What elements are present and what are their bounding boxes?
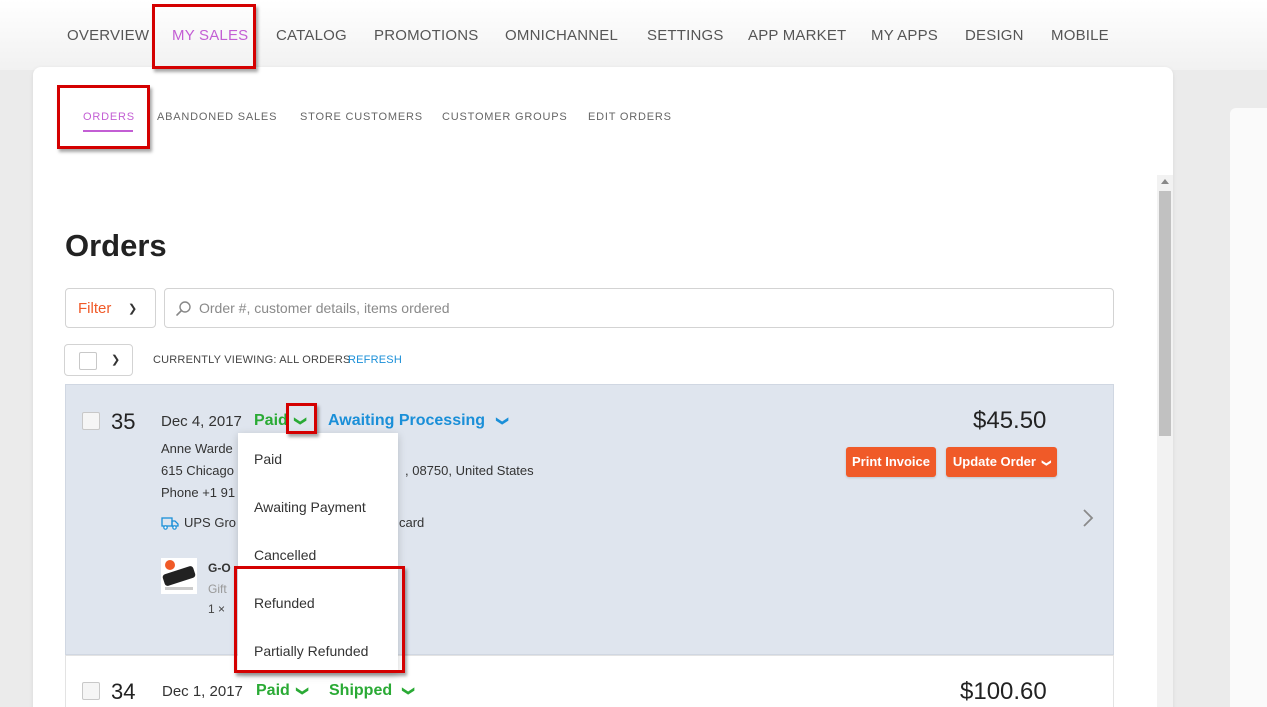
payment-status[interactable]: Paid (254, 412, 288, 430)
currently-viewing-label: CURRENTLY VIEWING: ALL ORDERS (153, 354, 351, 366)
print-invoice-button[interactable]: Print Invoice (846, 447, 936, 477)
order-total: $100.60 (960, 678, 1047, 705)
page-title: Orders (65, 228, 167, 263)
fulfillment-status[interactable]: Awaiting Processing (328, 412, 485, 430)
truck-icon (161, 517, 179, 530)
payment-status[interactable]: Paid (256, 682, 290, 700)
chevron-down-icon: ❯ (111, 354, 121, 366)
highlight-orders-tab (57, 85, 150, 149)
tab-customer-groups[interactable]: CUSTOMER GROUPS (442, 111, 567, 123)
nav-mobile[interactable]: MOBILE (1051, 27, 1109, 44)
highlight-refund-options (234, 566, 405, 673)
order-row[interactable]: 35 Dec 4, 2017 Paid ❯ Awaiting Processin… (65, 384, 1114, 655)
highlight-status-dropdown (286, 403, 317, 434)
scroll-up-arrow[interactable] (1161, 179, 1169, 184)
customer-address: 615 Chicago (161, 463, 234, 478)
chevron-down-icon[interactable]: ❯ (402, 686, 416, 696)
customer-name: Anne Warde (161, 441, 233, 456)
tab-store-customers[interactable]: STORE CUSTOMERS (300, 111, 423, 123)
order-date: Dec 4, 2017 (161, 413, 242, 430)
menu-item-awaiting-payment[interactable]: Awaiting Payment (254, 499, 366, 515)
product-name[interactable]: G-O (208, 561, 231, 575)
tab-edit-orders[interactable]: EDIT ORDERS (588, 111, 672, 123)
nav-catalog[interactable]: CATALOG (276, 27, 347, 44)
search-input[interactable] (199, 290, 1099, 326)
nav-overview[interactable]: OVERVIEW (67, 27, 149, 44)
search-icon (176, 301, 191, 316)
nav-omnichannel[interactable]: OMNICHANNEL (505, 27, 618, 44)
filter-button[interactable]: Filter ❯ (65, 288, 156, 328)
customer-phone: Phone +1 91 (161, 485, 236, 500)
scroll-thumb[interactable] (1159, 191, 1171, 436)
highlight-my-sales (152, 4, 256, 69)
payment-method-tail: card (399, 515, 425, 530)
chevron-down-icon[interactable]: ❯ (496, 416, 510, 426)
update-order-label: Update Order (952, 454, 1036, 469)
select-all-checkbox[interactable] (79, 352, 97, 370)
scrollbar[interactable] (1157, 175, 1173, 707)
nav-my-apps[interactable]: MY APPS (871, 27, 938, 44)
filter-label: Filter (78, 300, 112, 317)
product-note: Gift (208, 582, 227, 596)
nav-design[interactable]: DESIGN (965, 27, 1024, 44)
nav-app-market[interactable]: APP MARKET (748, 27, 846, 44)
menu-item-paid[interactable]: Paid (254, 451, 282, 467)
main-card: ORDERS ABANDONED SALES STORE CUSTOMERS C… (33, 67, 1173, 707)
chevron-down-icon: ❯ (1041, 459, 1052, 467)
search-box (164, 288, 1114, 328)
refresh-link[interactable]: REFRESH (348, 354, 402, 366)
order-date: Dec 1, 2017 (162, 683, 243, 700)
order-checkbox[interactable] (82, 682, 100, 700)
select-all-dropdown[interactable]: ❯ (64, 344, 133, 376)
update-order-button[interactable]: Update Order ❯ (946, 447, 1057, 477)
product-thumbnail (161, 558, 197, 594)
menu-item-cancelled[interactable]: Cancelled (254, 547, 316, 563)
shipping-method: UPS Gro (184, 515, 237, 530)
customer-address-tail: , 08750, United States (405, 463, 534, 478)
side-panel (1230, 108, 1267, 707)
product-quantity: 1 × (208, 602, 226, 616)
fulfillment-status[interactable]: Shipped (329, 682, 392, 700)
order-number: 34 (111, 679, 136, 704)
chevron-down-icon[interactable]: ❯ (296, 686, 310, 696)
order-number: 35 (111, 409, 136, 434)
nav-promotions[interactable]: PROMOTIONS (374, 27, 479, 44)
nav-settings[interactable]: SETTINGS (647, 27, 724, 44)
chevron-down-icon: ❯ (128, 303, 138, 315)
order-checkbox[interactable] (82, 412, 100, 430)
order-row[interactable]: 34 Dec 1, 2017 Paid ❯ Shipped ❯ $100.60 (65, 655, 1114, 707)
tab-abandoned-sales[interactable]: ABANDONED SALES (157, 111, 277, 123)
order-total: $45.50 (973, 407, 1047, 434)
chevron-right-icon[interactable] (1080, 508, 1096, 528)
